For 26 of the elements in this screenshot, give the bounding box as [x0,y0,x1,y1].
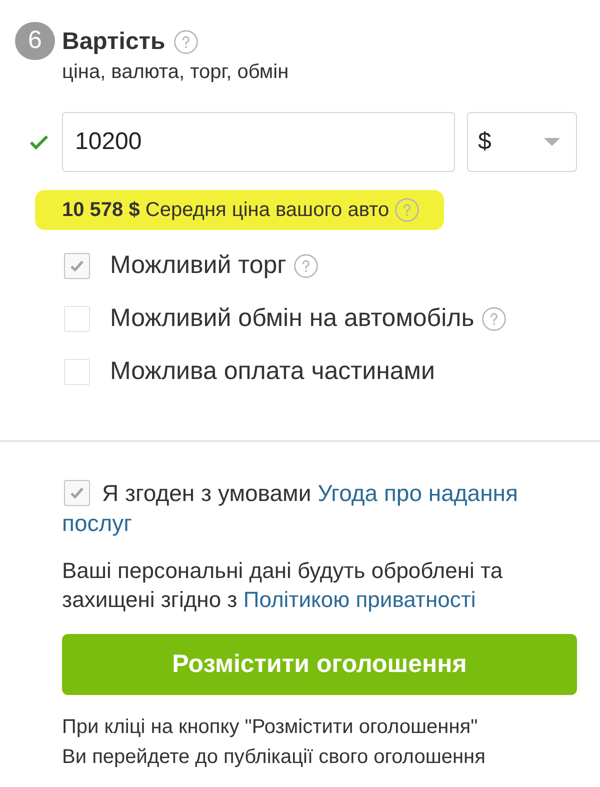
checkbox[interactable] [64,480,90,506]
privacy-notice: Ваші персональні дані будуть оброблені та захищені згідно з Політикою приватності [62,557,504,614]
checkmark-icon [70,487,84,499]
checkbox-label: Можлива оплата частинами [110,356,435,387]
average-price-text: 10 578 $ Середня ціна вашого авто [62,198,390,223]
currency-select[interactable]: $ [467,112,577,172]
help-icon[interactable] [174,30,198,54]
checkbox-label: Можливий обмін на автомобіль [110,302,474,334]
help-icon[interactable] [482,306,506,330]
checkmark-icon [70,260,84,272]
checkbox[interactable] [64,252,90,278]
section-title: Вартість [62,27,166,57]
privacy-policy-link[interactable]: Політикою приватності [243,587,476,612]
terms-link[interactable]: Угода про надання [318,480,518,506]
checkbox[interactable] [64,358,90,384]
caret-icon [544,138,560,146]
help-icon[interactable] [395,198,420,222]
terms-link[interactable]: послуг [62,510,132,536]
price-input[interactable]: 10200 [62,112,455,172]
agreement-text: Я згоден з умовами Угода про надання [102,478,518,508]
checkbox[interactable] [64,306,90,332]
step-number-badge: 6 [15,22,55,60]
submit-note: При кліці на кнопку "Розмістити оголошення" Ви перейдете до публікації свого оголошення [62,715,486,770]
help-icon[interactable] [294,254,318,278]
section-subtitle: ціна, валюта, торг, обмін [62,60,289,85]
checkbox-label: Можливий торг [110,250,286,281]
